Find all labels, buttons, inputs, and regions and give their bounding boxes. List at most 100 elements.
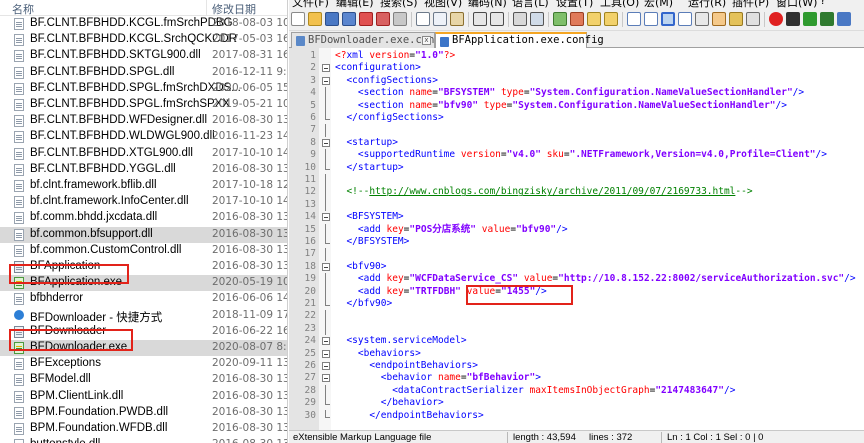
close-file-icon[interactable] bbox=[359, 12, 373, 26]
code-line[interactable]: 26 <endpointBehaviors> bbox=[289, 360, 864, 372]
fold-toggle-icon[interactable] bbox=[322, 374, 330, 383]
zoom-in-icon[interactable] bbox=[553, 12, 567, 26]
menu-item[interactable]: 工具(O) bbox=[600, 0, 639, 9]
code-line[interactable]: 21 </bfv90> bbox=[289, 298, 864, 310]
cut-icon[interactable] bbox=[416, 12, 430, 26]
code-editor[interactable]: 1 <?xml version="1.0"?> 2 <configuration> 3 … bbox=[289, 48, 864, 430]
menu-item[interactable]: 窗口(W) bbox=[776, 0, 817, 9]
monitoring-icon[interactable] bbox=[746, 12, 760, 26]
file-row[interactable]: bfbhderror 2016-06-06 14: bbox=[0, 291, 287, 307]
close-tab-icon[interactable]: x bbox=[422, 36, 431, 45]
code-line[interactable]: 30 </endpointBehaviors> bbox=[289, 409, 864, 422]
code-line[interactable]: 2 <configuration> bbox=[289, 62, 864, 74]
menu-item[interactable]: 编码(N) bbox=[468, 0, 507, 9]
stop-recording-icon[interactable] bbox=[786, 12, 800, 26]
file-row[interactable]: BFApplication.exe 2020-05-19 10: bbox=[0, 275, 287, 292]
code-line[interactable]: 27 <behavior name="bfBehavior"> bbox=[289, 372, 864, 384]
menu-item[interactable]: 语言(L) bbox=[512, 0, 549, 9]
tab-bfapplication-exe-config[interactable]: BFApplication.exe.config bbox=[435, 32, 604, 49]
menu-item[interactable]: 文件(F) bbox=[292, 0, 329, 9]
code-line[interactable]: 17 bbox=[289, 248, 864, 261]
folder-as-workspace-icon[interactable] bbox=[729, 12, 743, 26]
fold-toggle-icon[interactable] bbox=[322, 138, 330, 147]
playback-macro-icon[interactable] bbox=[803, 12, 817, 26]
code-line[interactable]: 12 <!--http://www.cnblogs.com/bingzisky/… bbox=[289, 186, 864, 199]
undo-icon[interactable] bbox=[473, 12, 487, 26]
code-line[interactable]: 11 bbox=[289, 174, 864, 187]
fold-toggle-icon[interactable] bbox=[322, 262, 330, 271]
file-row[interactable]: bf.common.CustomControl.dll 2016-08-30 13… bbox=[0, 243, 287, 259]
fold-toggle-icon[interactable] bbox=[322, 349, 330, 358]
file-row[interactable]: BPM.Foundation.WFDB.dll 2016-08-30 13: bbox=[0, 421, 287, 437]
code-line[interactable]: 24 <system.serviceModel> bbox=[289, 335, 864, 347]
record-macro-icon[interactable] bbox=[769, 12, 783, 26]
code-line[interactable]: 13 bbox=[289, 198, 864, 212]
indent-guide-icon[interactable] bbox=[661, 12, 675, 26]
file-row[interactable]: bf.clnt.framework.InfoCenter.dll 2017-10-… bbox=[0, 194, 287, 210]
column-header-date-modified[interactable]: 修改日期 bbox=[212, 1, 256, 17]
word-wrap-icon[interactable] bbox=[627, 12, 641, 26]
file-row[interactable]: BFExceptions 2020-09-11 13: bbox=[0, 356, 287, 372]
file-row[interactable]: buttonstyle.dll 2016-08-30 13: bbox=[0, 437, 287, 443]
run-macro-multiple-icon[interactable] bbox=[820, 12, 834, 26]
menu-item[interactable]: 宏(M) bbox=[644, 0, 673, 9]
file-row[interactable]: bf.common.bfsupport.dll 2016-08-30 13: bbox=[0, 226, 287, 243]
print-icon[interactable] bbox=[393, 12, 407, 26]
file-row[interactable]: bf.clnt.framework.bflib.dll 2017-10-18 12… bbox=[0, 178, 287, 194]
new-file-icon[interactable] bbox=[291, 12, 305, 26]
file-row[interactable]: BF.CLNT.BFBHDD.KCGL.fmSrchPDBG 2018-08-03… bbox=[0, 16, 287, 32]
code-line[interactable]: 8 <startup> bbox=[289, 137, 864, 149]
menu-item[interactable]: 搜索(S) bbox=[380, 0, 418, 9]
menu-item[interactable]: 设置(T) bbox=[556, 0, 593, 9]
menu-item[interactable]: 编辑(E) bbox=[336, 0, 374, 9]
file-row[interactable]: BF.CLNT.BFBHDD.SPGL.dll 2016-12-11 9:1 bbox=[0, 65, 287, 81]
code-line[interactable]: 22 bbox=[289, 310, 864, 323]
fold-toggle-icon[interactable] bbox=[322, 76, 330, 85]
find-icon[interactable] bbox=[513, 12, 527, 26]
file-row[interactable]: bf.comm.bhdd.jxcdata.dll 2016-08-30 13: bbox=[0, 210, 287, 226]
show-all-characters-icon[interactable] bbox=[644, 12, 658, 26]
code-line[interactable]: 15 <add key="POS分店系统" value="bfv90"/> bbox=[289, 223, 864, 236]
file-row[interactable]: BF.CLNT.BFBHDD.SKTGL900.dll 2017-08-31 16… bbox=[0, 48, 287, 64]
file-row[interactable]: BF.CLNT.BFBHDD.YGGL.dll 2016-08-30 13: bbox=[0, 162, 287, 178]
tab-bfdownloader-exe-config[interactable]: BFDownloader.exe.config x bbox=[291, 32, 453, 48]
file-row[interactable]: BFDownloader 2016-06-22 16: bbox=[0, 324, 287, 340]
file-row[interactable]: BFApplication 2016-08-30 13: bbox=[0, 259, 287, 275]
save-icon[interactable] bbox=[325, 12, 339, 26]
code-line[interactable]: 29 </behavior> bbox=[289, 397, 864, 409]
column-divider[interactable] bbox=[206, 0, 207, 16]
file-row[interactable]: BFDownloader.exe 2020-08-07 8:2 bbox=[0, 340, 287, 357]
file-row[interactable]: BF.CLNT.BFBHDD.WFDesigner.dll 2016-08-30 … bbox=[0, 113, 287, 129]
code-line[interactable]: 1 <?xml version="1.0"?> bbox=[289, 50, 864, 62]
file-row[interactable]: BF.CLNT.BFBHDD.KCGL.SrchQCKCDR 2017-05-03… bbox=[0, 32, 287, 48]
file-row[interactable]: BFModel.dll 2016-08-30 13: bbox=[0, 372, 287, 388]
code-line[interactable]: 10 </startup> bbox=[289, 161, 864, 174]
column-header-name[interactable]: 名称 bbox=[12, 1, 34, 17]
file-row[interactable]: BPM.Foundation.PWDB.dll 2016-08-30 13: bbox=[0, 405, 287, 421]
paste-icon[interactable] bbox=[450, 12, 464, 26]
redo-icon[interactable] bbox=[490, 12, 504, 26]
code-line[interactable]: 23 bbox=[289, 322, 864, 336]
sync-vertical-icon[interactable] bbox=[587, 12, 601, 26]
save-macro-icon[interactable] bbox=[837, 12, 851, 26]
fold-toggle-icon[interactable] bbox=[322, 64, 330, 73]
code-line[interactable]: 9 <supportedRuntime version="v4.0" sku="… bbox=[289, 149, 864, 162]
code-line[interactable]: 19 <add key="WCFDataService_CS" value="h… bbox=[289, 273, 864, 286]
copy-icon[interactable] bbox=[433, 12, 447, 26]
code-line[interactable]: 4 <section name="BFSYSTEM" type="System.… bbox=[289, 87, 864, 100]
code-line[interactable]: 16 </BFSYSTEM> bbox=[289, 236, 864, 248]
code-line[interactable]: 28 <dataContractSerializer maxItemsInObj… bbox=[289, 384, 864, 398]
code-line[interactable]: 20 <add key="TRTFDBH" value="1455"/> bbox=[289, 285, 864, 298]
file-row[interactable]: BFDownloader - 快捷方式 2018-11-09 17: bbox=[0, 308, 287, 324]
file-row[interactable]: BF.CLNT.BFBHDD.SPGL.fmSrchSPXX 2019-05-21… bbox=[0, 97, 287, 113]
save-all-icon[interactable] bbox=[342, 12, 356, 26]
menu-item[interactable]: 运行(R) bbox=[688, 0, 726, 9]
code-line[interactable]: 7 bbox=[289, 124, 864, 137]
code-line[interactable]: 3 <configSections> bbox=[289, 75, 864, 87]
code-line[interactable]: 5 <section name="bfv90" type="System.Con… bbox=[289, 99, 864, 112]
document-map-icon[interactable] bbox=[695, 12, 709, 26]
menu-item[interactable]: ? bbox=[820, 0, 826, 7]
file-row[interactable]: BF.CLNT.BFBHDD.XTGL900.dll 2017-10-10 14: bbox=[0, 146, 287, 162]
language-define-icon[interactable] bbox=[678, 12, 692, 26]
file-row[interactable]: BPM.ClientLink.dll 2016-08-30 13: bbox=[0, 389, 287, 405]
